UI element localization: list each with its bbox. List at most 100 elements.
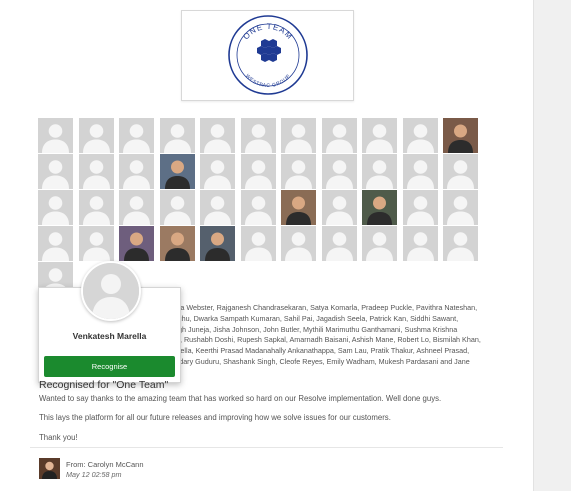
team-member-avatar[interactable] (402, 190, 438, 225)
default-user-icon (402, 154, 438, 189)
team-member-avatar[interactable] (119, 190, 154, 225)
team-member-avatar[interactable] (443, 154, 478, 189)
one-team-badge-icon: ONE TEAM WESTPAC GROUP (228, 15, 308, 95)
user-photo-icon (281, 190, 316, 225)
team-member-avatar[interactable] (402, 118, 438, 153)
team-member-photo[interactable] (443, 118, 478, 153)
team-member-avatar[interactable] (78, 190, 114, 225)
team-member-avatar[interactable] (321, 190, 357, 225)
names-line: th, Rushabh Doshi, Rupesh Sapkal, Amarna… (174, 335, 481, 345)
default-user-icon (321, 118, 357, 153)
team-member-avatar[interactable] (443, 190, 478, 225)
profile-hover-card: Venkatesh Marella Recognise (38, 261, 181, 383)
default-user-icon (443, 154, 478, 189)
team-member-avatar[interactable] (38, 190, 73, 225)
sender-date: May 12 02:58 pm (66, 470, 122, 479)
names-line: ngh Juneja, Jisha Johnson, John Butler, … (174, 324, 458, 334)
sender-photo-icon (39, 458, 60, 479)
divider (30, 447, 503, 448)
team-member-avatar[interactable] (362, 154, 397, 189)
default-user-icon (362, 226, 397, 261)
default-user-icon (78, 226, 114, 261)
default-user-icon (119, 118, 154, 153)
team-member-avatar[interactable] (240, 190, 276, 225)
team-member-avatar[interactable] (240, 118, 276, 153)
default-user-icon (240, 190, 276, 225)
user-photo-icon (159, 226, 195, 261)
team-member-photo[interactable] (119, 226, 154, 261)
default-user-icon (321, 226, 357, 261)
team-member-avatar[interactable] (240, 154, 276, 189)
recognition-message-line-2: This lays the platform for all our futur… (39, 413, 391, 422)
default-user-icon (402, 226, 438, 261)
team-member-avatar[interactable] (78, 118, 114, 153)
team-member-avatar[interactable] (159, 190, 195, 225)
one-team-badge: ONE TEAM WESTPAC GROUP (181, 10, 354, 101)
team-member-photo[interactable] (200, 226, 235, 261)
team-member-avatar[interactable] (321, 226, 357, 261)
default-user-icon (159, 118, 195, 153)
team-member-avatar[interactable] (281, 226, 316, 261)
default-user-icon (200, 154, 235, 189)
team-member-avatar[interactable] (78, 226, 114, 261)
team-member-avatar[interactable] (38, 118, 73, 153)
team-member-photo[interactable] (281, 190, 316, 225)
default-user-icon (281, 226, 316, 261)
default-user-icon (38, 154, 73, 189)
team-member-avatar[interactable] (281, 118, 316, 153)
team-member-avatar[interactable] (362, 118, 397, 153)
default-user-icon (78, 190, 114, 225)
default-user-icon (281, 118, 316, 153)
user-photo-icon (200, 226, 235, 261)
user-photo-icon (362, 190, 397, 225)
right-side-panel (533, 0, 571, 491)
user-photo-icon (443, 118, 478, 153)
team-member-avatar[interactable] (240, 226, 276, 261)
recognition-message-line-3: Thank you! (39, 433, 78, 442)
default-user-icon (321, 190, 357, 225)
recognition-title: Recognised for "One Team" (39, 379, 169, 391)
default-user-icon (38, 118, 73, 153)
names-line: achu, Dwarka Sampath Kumaran, Sahil Pai,… (174, 313, 459, 323)
default-user-icon (78, 118, 114, 153)
team-member-avatar[interactable] (402, 226, 438, 261)
team-member-avatar[interactable] (78, 154, 114, 189)
team-member-photo[interactable] (159, 154, 195, 189)
names-line: dra Webster, Rajganesh Chandrasekaran, S… (174, 303, 478, 312)
default-user-icon (119, 154, 154, 189)
user-photo-icon (119, 226, 154, 261)
team-member-avatar[interactable] (281, 154, 316, 189)
default-user-icon (240, 154, 276, 189)
profile-avatar[interactable] (81, 261, 141, 321)
names-line: wdary Guduru, Shashank Singh, Cleofe Rey… (174, 356, 470, 366)
default-user-icon (281, 154, 316, 189)
profile-name: Venkatesh Marella (72, 331, 147, 341)
team-member-avatar[interactable] (200, 118, 235, 153)
team-member-avatar[interactable] (402, 154, 438, 189)
team-member-photo[interactable] (159, 226, 195, 261)
team-member-avatar[interactable] (38, 154, 73, 189)
default-user-icon (240, 226, 276, 261)
default-user-icon (362, 154, 397, 189)
team-member-photo[interactable] (362, 190, 397, 225)
default-user-icon (443, 190, 478, 225)
default-user-icon (78, 154, 114, 189)
sender-from[interactable]: From: Carolyn McCann (66, 460, 144, 469)
team-member-avatar[interactable] (119, 154, 154, 189)
default-user-icon (321, 154, 357, 189)
team-member-avatar[interactable] (159, 118, 195, 153)
team-member-avatar[interactable] (443, 226, 478, 261)
recognise-button[interactable]: Recognise (44, 356, 175, 377)
team-member-avatar[interactable] (321, 154, 357, 189)
default-user-icon (38, 190, 73, 225)
team-member-avatar[interactable] (200, 154, 235, 189)
recognised-names-list: dra Webster, Rajganesh Chandrasekaran, S… (174, 303, 504, 368)
team-member-avatar[interactable] (119, 118, 154, 153)
team-member-avatar[interactable] (321, 118, 357, 153)
sender-avatar[interactable] (39, 458, 60, 479)
default-user-icon (402, 190, 438, 225)
team-member-avatar[interactable] (38, 226, 73, 261)
team-member-avatar[interactable] (362, 226, 397, 261)
default-user-icon (362, 118, 397, 153)
team-member-avatar[interactable] (200, 190, 235, 225)
